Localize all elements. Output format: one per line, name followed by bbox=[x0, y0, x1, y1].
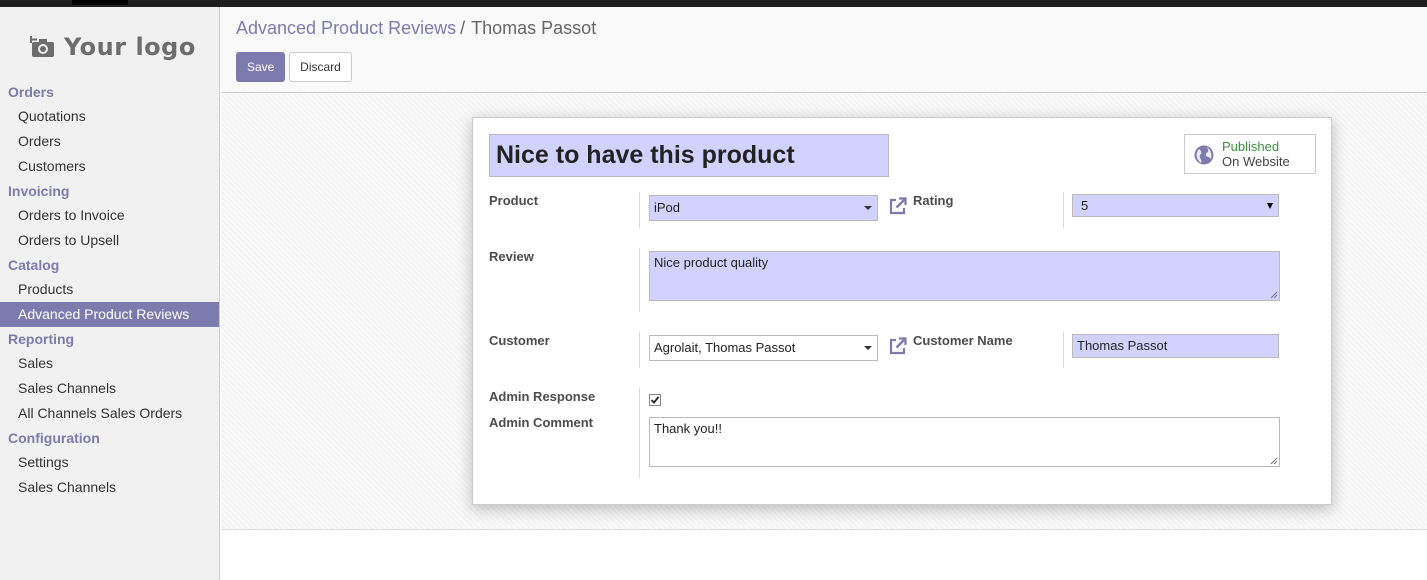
chevron-down-icon[interactable] bbox=[864, 346, 872, 350]
camera-icon bbox=[30, 36, 54, 57]
rating-select[interactable]: 5 bbox=[1072, 194, 1279, 217]
company-logo[interactable]: Your logo bbox=[30, 29, 196, 65]
field-divider bbox=[639, 332, 640, 368]
sidebar-item-orders-to-upsell[interactable]: Orders to Upsell bbox=[0, 228, 219, 253]
external-link-icon[interactable] bbox=[888, 196, 908, 216]
form-sheet: Nice to have this product Published On W… bbox=[472, 117, 1332, 505]
admin-comment-value: Thank you!! bbox=[654, 421, 722, 436]
breadcrumb: Advanced Product Reviews / Thomas Passot bbox=[236, 18, 596, 39]
rating-value: 5 bbox=[1081, 198, 1089, 213]
field-divider bbox=[1063, 332, 1064, 368]
sidebar-section-orders: Orders bbox=[8, 84, 54, 100]
sidebar-item-settings[interactable]: Settings bbox=[0, 450, 219, 475]
sidebar-item-all-channels-sales-orders[interactable]: All Channels Sales Orders bbox=[0, 401, 219, 426]
sidebar-item-customers[interactable]: Customers bbox=[0, 154, 219, 179]
breadcrumb-separator: / bbox=[460, 18, 466, 38]
field-divider bbox=[1063, 192, 1064, 228]
resize-grip-icon[interactable] bbox=[1270, 291, 1278, 299]
external-link-icon[interactable] bbox=[888, 336, 908, 356]
control-panel: Advanced Product Reviews / Thomas Passot S… bbox=[221, 7, 1427, 93]
top-navbar bbox=[0, 0, 1427, 7]
customer-name-label: Customer Name bbox=[913, 333, 1013, 348]
admin-comment-textarea[interactable]: Thank you!! bbox=[649, 417, 1280, 467]
product-value: iPod bbox=[654, 200, 681, 215]
page-footer-area bbox=[221, 530, 1427, 580]
globe-icon bbox=[1194, 145, 1214, 165]
sidebar-section-configuration: Configuration bbox=[8, 430, 100, 446]
sidebar-item-sales[interactable]: Sales bbox=[0, 351, 219, 376]
breadcrumb-current: Thomas Passot bbox=[471, 18, 597, 38]
sidebar-item-orders-to-invoice[interactable]: Orders to Invoice bbox=[0, 203, 219, 228]
breadcrumb-parent[interactable]: Advanced Product Reviews bbox=[236, 18, 456, 38]
publish-status-label: Published bbox=[1222, 139, 1280, 154]
customer-label: Customer bbox=[489, 333, 550, 348]
customer-value: Agrolait, Thomas Passot bbox=[654, 340, 796, 355]
sidebar-item-advanced-product-reviews[interactable]: Advanced Product Reviews bbox=[0, 302, 219, 327]
resize-grip-icon[interactable] bbox=[1270, 457, 1278, 465]
review-textarea[interactable]: Nice product quality bbox=[649, 251, 1280, 301]
checkmark-icon bbox=[650, 396, 660, 404]
sidebar: Your logo Orders Quotations Orders Custo… bbox=[0, 7, 220, 580]
sidebar-item-quotations[interactable]: Quotations bbox=[0, 104, 219, 129]
rating-label: Rating bbox=[913, 193, 954, 208]
admin-response-checkbox[interactable] bbox=[649, 394, 661, 406]
customer-name-input[interactable]: Thomas Passot bbox=[1072, 334, 1279, 358]
field-divider bbox=[639, 248, 640, 312]
sidebar-item-orders[interactable]: Orders bbox=[0, 129, 219, 154]
review-value: Nice product quality bbox=[654, 255, 769, 270]
field-divider bbox=[639, 192, 640, 228]
review-label: Review bbox=[489, 249, 534, 264]
publish-status-sublabel: On Website bbox=[1222, 154, 1290, 169]
sidebar-section-invoicing: Invoicing bbox=[8, 183, 70, 199]
form-view-background: Nice to have this product Published On W… bbox=[221, 94, 1427, 530]
product-select[interactable]: iPod bbox=[649, 195, 878, 221]
sidebar-item-sales-channels[interactable]: Sales Channels bbox=[0, 376, 219, 401]
logo-text: Your logo bbox=[64, 33, 196, 61]
field-divider bbox=[639, 388, 640, 478]
sidebar-section-catalog: Catalog bbox=[8, 257, 60, 273]
sidebar-section-reporting: Reporting bbox=[8, 331, 75, 347]
chevron-down-icon[interactable] bbox=[864, 206, 872, 210]
sidebar-item-products[interactable]: Products bbox=[0, 277, 219, 302]
admin-comment-label: Admin Comment bbox=[489, 415, 593, 430]
sidebar-menu: Orders Quotations Orders Customers Invoi… bbox=[0, 80, 219, 500]
navbar-tab[interactable] bbox=[72, 0, 128, 5]
customer-select[interactable]: Agrolait, Thomas Passot bbox=[649, 335, 878, 361]
product-label: Product bbox=[489, 193, 539, 208]
review-title-input[interactable]: Nice to have this product bbox=[489, 134, 889, 177]
chevron-down-icon[interactable] bbox=[1267, 203, 1273, 209]
admin-response-label: Admin Response bbox=[489, 389, 596, 404]
website-publish-button[interactable]: Published On Website bbox=[1184, 134, 1316, 174]
save-button[interactable]: Save bbox=[236, 52, 285, 82]
sidebar-item-config-sales-channels[interactable]: Sales Channels bbox=[0, 475, 219, 500]
discard-button[interactable]: Discard bbox=[289, 52, 352, 82]
